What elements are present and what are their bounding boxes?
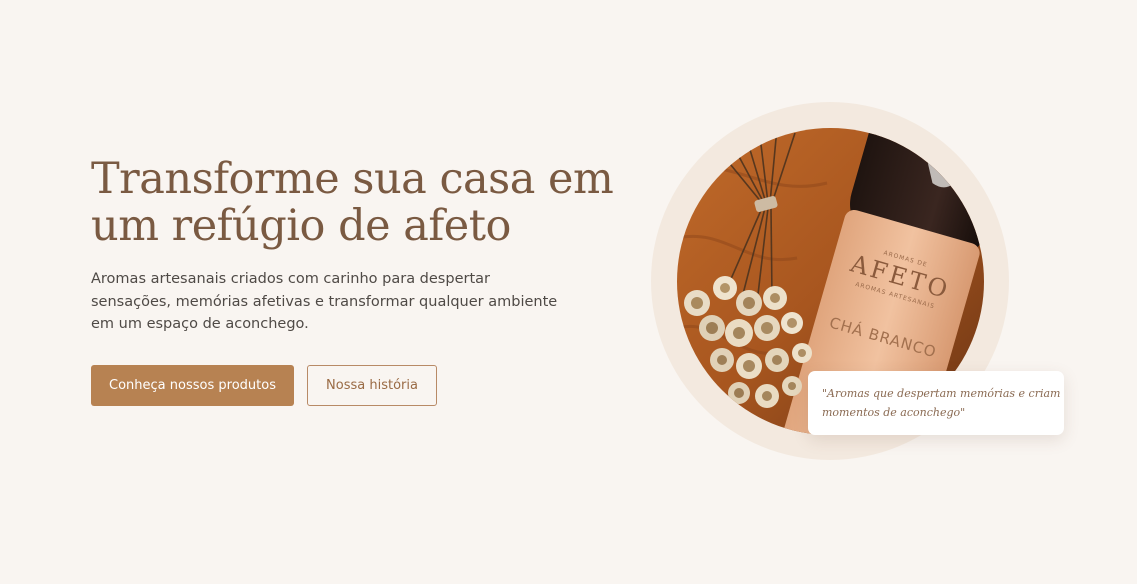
- hero-description-line-1: Aromas artesanais criados com carinho pa…: [91, 271, 490, 287]
- hero-description-line-2: sensações, memórias afetivas e transform…: [91, 293, 558, 310]
- hero-description: Aromas artesanais criados com carinho pa…: [91, 268, 558, 336]
- hero-actions: Conheça nossos produtos Nossa história: [91, 365, 437, 406]
- quote-line-2: momentos de aconchego": [822, 406, 966, 419]
- hero-text-block: Transforme sua casa em um refúgio de afe…: [91, 154, 614, 406]
- hero-title-line-1: Transforme sua casa em: [91, 154, 614, 204]
- hero-section: Transforme sua casa em um refúgio de afe…: [0, 0, 1137, 584]
- quote-card: "Aromas que despertam memórias e criam m…: [808, 371, 1064, 435]
- hero-title-line-2: um refúgio de afeto: [91, 201, 511, 251]
- hero-title: Transforme sua casa em um refúgio de afe…: [91, 154, 614, 251]
- quote-line-1: "Aromas que despertam memórias e criam: [822, 387, 1061, 400]
- products-button[interactable]: Conheça nossos produtos: [91, 365, 294, 406]
- quote-text: "Aromas que despertam memórias e criam m…: [822, 384, 1061, 422]
- hero-description-line-3: em um espaço de aconchego.: [91, 316, 309, 332]
- our-story-button[interactable]: Nossa história: [307, 365, 437, 406]
